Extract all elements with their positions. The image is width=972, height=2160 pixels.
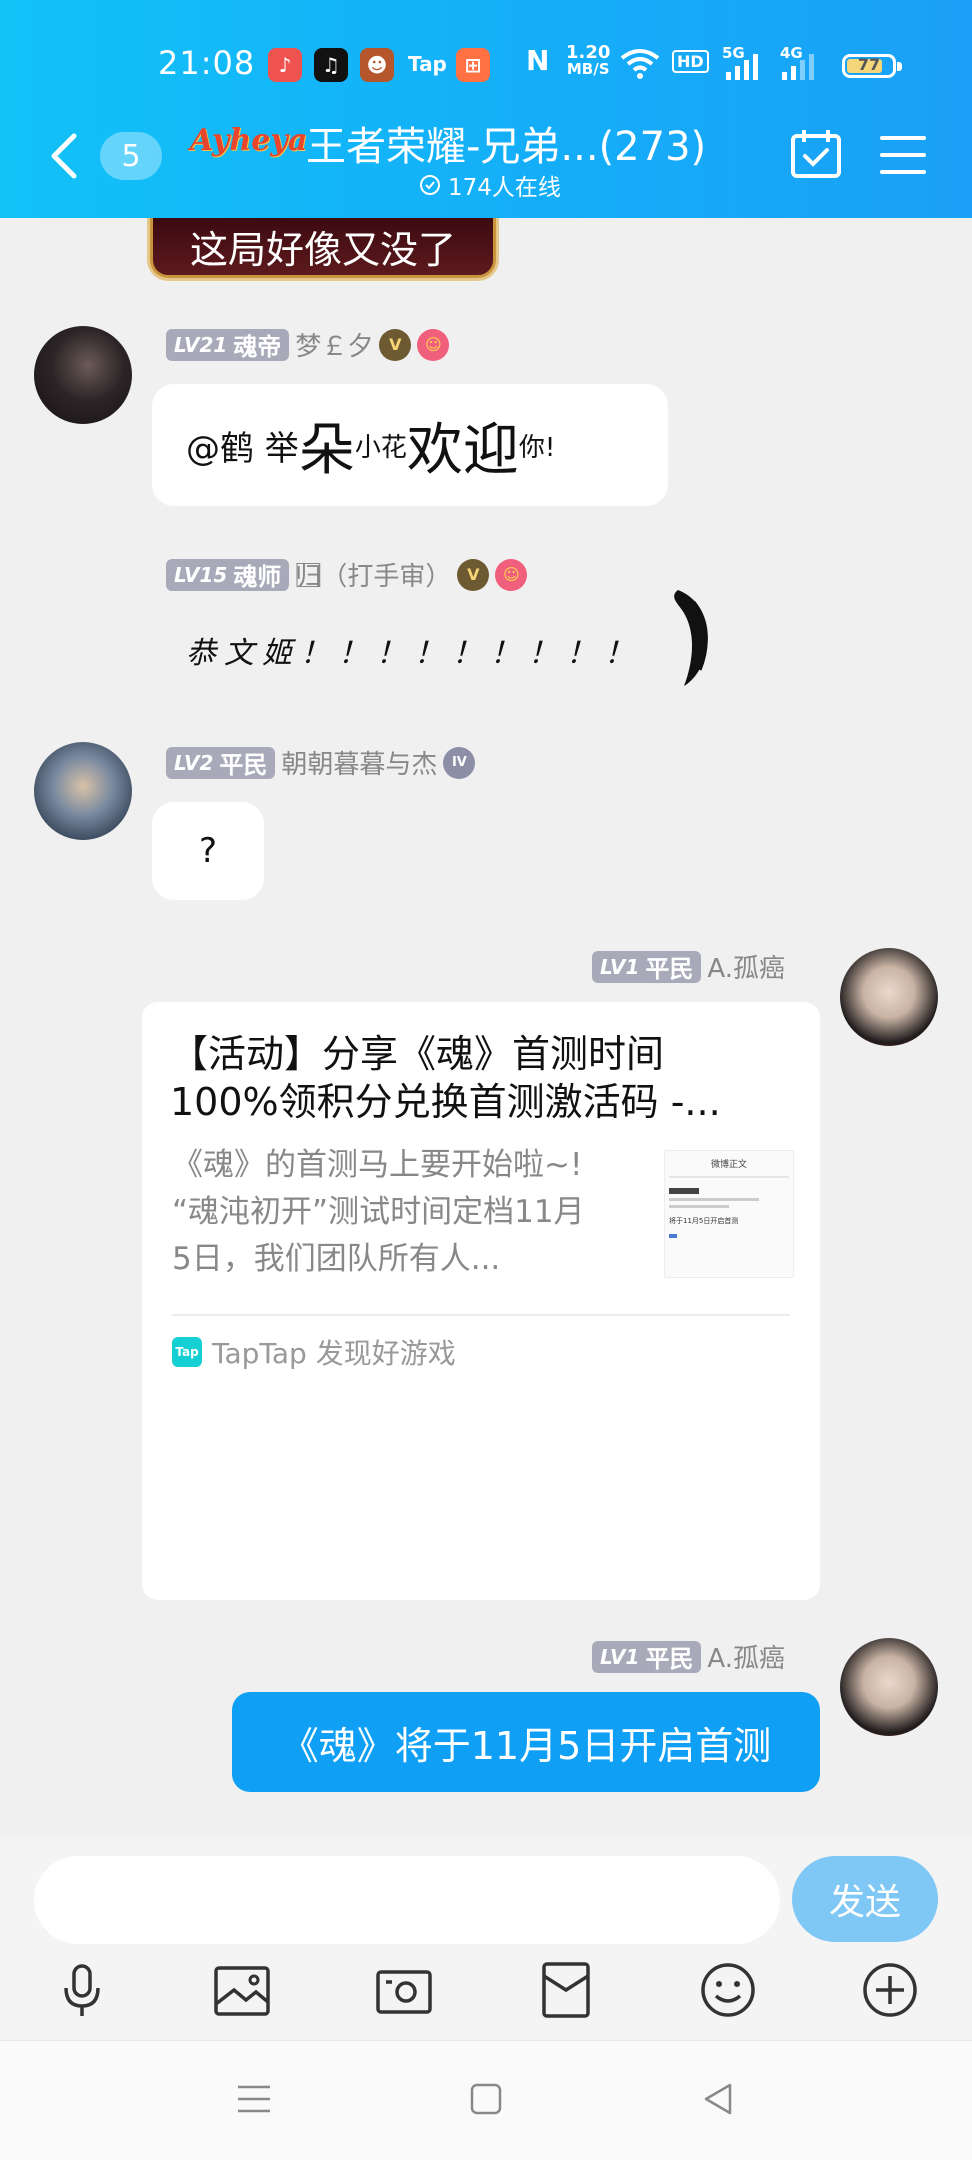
message-bubble[interactable]: @鹤 举 朵 小花 欢迎 你! bbox=[152, 384, 668, 506]
sender-info: LV15 魂师 归⃞⃞⃞⃞（打手审） V ☺ bbox=[166, 556, 528, 593]
back-icon[interactable] bbox=[44, 132, 84, 180]
clock-icon bbox=[420, 175, 440, 195]
nav-home-icon[interactable] bbox=[466, 2079, 506, 2119]
group-logo: Ayheya bbox=[190, 122, 308, 158]
card-source: Tap TapTap 发现好游戏 bbox=[172, 1332, 456, 1372]
taptap-app-icon: Tap bbox=[408, 52, 447, 76]
own-message-bubble[interactable]: 《魂》将于11月5日开启首测 bbox=[232, 1692, 820, 1792]
card-title: 【活动】分享《魂》首测时间 100%领积分兑换首测激活码 -... bbox=[170, 1032, 721, 1124]
status-bar: 21:08 ♪ ♫ ☻ Tap ⊞ N 1.20 MB/S HD 5G 4G 7… bbox=[0, 40, 972, 90]
battery-icon: 77 bbox=[842, 54, 902, 78]
hd-icon: HD bbox=[672, 50, 709, 73]
card-divider bbox=[172, 1314, 790, 1316]
sender-nickname[interactable]: 归⃞⃞⃞⃞（打手审） bbox=[295, 556, 451, 593]
sender-nickname[interactable]: 朝朝暮暮与杰 bbox=[281, 744, 437, 781]
nav-menu-icon[interactable] bbox=[234, 2079, 274, 2119]
net-speed: 1.20 MB/S bbox=[566, 42, 611, 78]
flower-badge-icon: ☺ bbox=[417, 328, 450, 361]
camera-icon[interactable] bbox=[374, 1960, 434, 2020]
level-badge: LV21 魂帝 bbox=[166, 328, 290, 361]
avatar[interactable] bbox=[34, 326, 132, 424]
system-nav-bar bbox=[0, 2040, 972, 2160]
sticker-message[interactable]: 这局好像又没了 bbox=[150, 218, 496, 278]
chat-message-list[interactable]: 这局好像又没了 LV21 魂帝 梦￡夕 V ☺ @鹤 举 朵 小花 欢迎 你! … bbox=[0, 218, 972, 1836]
unread-count-badge[interactable]: 5 bbox=[100, 132, 162, 180]
sender-nickname[interactable]: 梦￡夕 bbox=[295, 326, 373, 363]
level-badge: LV15 魂师 bbox=[166, 558, 290, 591]
plus-icon[interactable] bbox=[860, 1960, 920, 2020]
avatar[interactable] bbox=[34, 742, 132, 840]
card-description: 《魂》的首测马上要开始啦~! “魂沌初开”测试时间定档11月 5日，我们团队所有… bbox=[172, 1147, 585, 1277]
message-bubble[interactable]: ? bbox=[152, 802, 264, 900]
tiktok-app-icon: ♫ bbox=[314, 48, 348, 82]
sender-info: LV2 平民 朝朝暮暮与杰 IV bbox=[166, 744, 476, 781]
status-time: 21:08 bbox=[158, 44, 256, 82]
nav-back-icon[interactable] bbox=[698, 2079, 738, 2119]
store-app-icon: ⊞ bbox=[456, 48, 490, 82]
send-button[interactable]: 发送 bbox=[792, 1856, 938, 1942]
signal-icon-2 bbox=[782, 54, 814, 80]
sender-nickname[interactable]: A.孤癌 bbox=[707, 1638, 785, 1675]
emoji-icon[interactable] bbox=[698, 1960, 758, 2020]
online-text: 174人在线 bbox=[448, 175, 561, 201]
wifi-icon bbox=[620, 49, 660, 79]
image-icon[interactable] bbox=[212, 1960, 272, 2020]
level-badge: LV2 平民 bbox=[166, 746, 276, 779]
rank-medal-icon: V bbox=[379, 328, 412, 361]
message-input[interactable] bbox=[34, 1856, 780, 1944]
input-bar: 发送 bbox=[0, 1836, 972, 2040]
sender-info: LV1 平民 A.孤癌 bbox=[592, 948, 785, 985]
chat-header: 21:08 ♪ ♫ ☻ Tap ⊞ N 1.20 MB/S HD 5G 4G 7… bbox=[0, 0, 972, 218]
ink-text-message[interactable]: 恭文姬！！！！！！！！！ bbox=[186, 628, 642, 672]
music-app-icon: ♪ bbox=[268, 48, 302, 82]
level-badge: LV1 平民 bbox=[592, 1640, 702, 1673]
taptap-logo-icon: Tap bbox=[172, 1337, 202, 1367]
card-thumbnail: 微博正文 将于11月5日开启首测 bbox=[664, 1150, 794, 1278]
game-app-icon: ☻ bbox=[360, 48, 394, 82]
sender-info: LV1 平民 A.孤癌 bbox=[592, 1638, 785, 1675]
sender-nickname[interactable]: A.孤癌 bbox=[707, 948, 785, 985]
signal-icon bbox=[726, 54, 758, 80]
flower-badge-icon: ☺ bbox=[495, 558, 528, 591]
level-badge: LV1 平民 bbox=[592, 950, 702, 983]
sender-info: LV21 魂帝 梦￡夕 V ☺ bbox=[166, 326, 450, 363]
brush-stroke-decoration bbox=[674, 590, 708, 686]
own-avatar[interactable] bbox=[840, 948, 938, 1046]
menu-icon[interactable] bbox=[880, 134, 926, 176]
online-count: 174人在线 bbox=[418, 168, 561, 202]
mic-icon[interactable] bbox=[52, 1960, 112, 2020]
shared-link-card[interactable]: 【活动】分享《魂》首测时间 100%领积分兑换首测激活码 -... 《魂》的首测… bbox=[142, 1002, 820, 1600]
own-avatar[interactable] bbox=[840, 1638, 938, 1736]
rank-medal-icon: V bbox=[457, 558, 490, 591]
group-title[interactable]: 王者荣耀-兄弟...(273) bbox=[306, 114, 706, 172]
red-packet-icon[interactable] bbox=[536, 1960, 596, 2020]
rank-medal-icon: IV bbox=[443, 746, 476, 779]
calendar-check-icon[interactable] bbox=[790, 128, 842, 180]
nfc-icon: N bbox=[526, 44, 550, 77]
